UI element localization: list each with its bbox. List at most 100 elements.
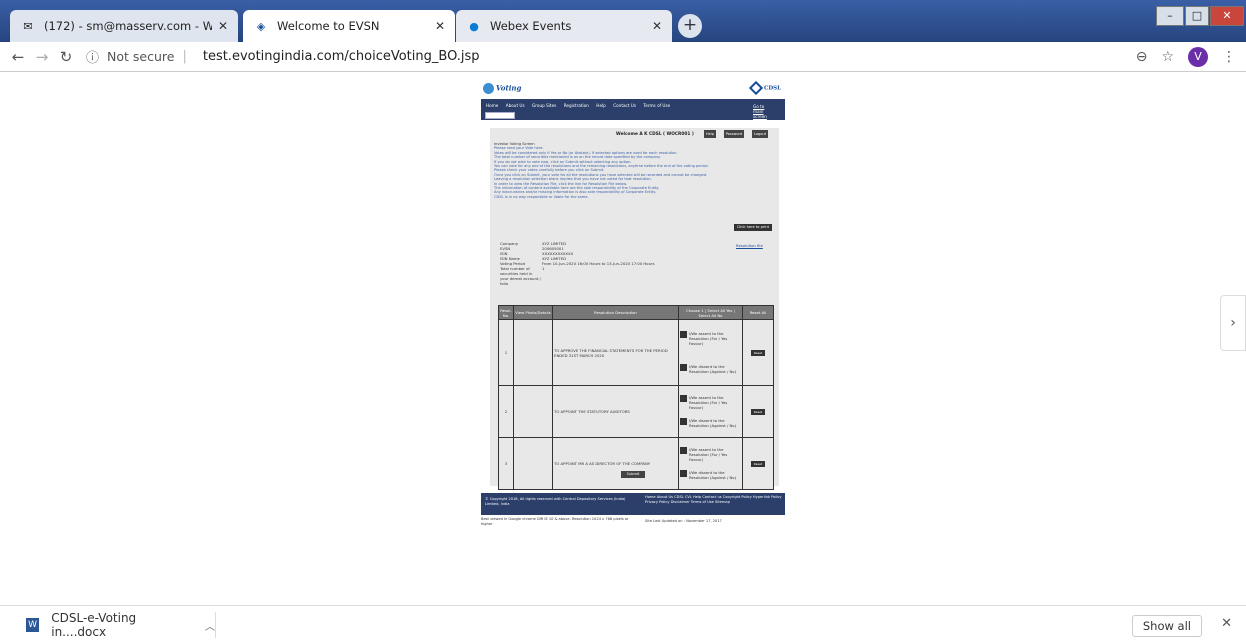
site-nav: Home About Us Group Sites Registration H… — [481, 99, 785, 120]
reset-button[interactable]: Reset — [750, 408, 765, 415]
tab-strip: ✉ (172) - sm@masserv.com - Web ✕ ◈ Welco… — [0, 0, 1246, 42]
assent-checkbox[interactable] — [679, 395, 687, 402]
evoting-page: Voting CDSL Home About Us Group Sites Re… — [479, 80, 789, 541]
maximize-button[interactable]: □ — [1185, 6, 1209, 26]
window-close-button[interactable]: ✕ — [1210, 6, 1244, 26]
reset-cell: Reset — [741, 437, 775, 490]
assent-label: I/We assent to the Resolution (For / Yes… — [688, 331, 728, 346]
table-row: 1 TO APPROVE THE FINANCIAL STATEMENTS FO… — [498, 319, 775, 386]
col-description: Resolution Description — [552, 305, 679, 320]
zoom-icon[interactable]: ⊖ — [1136, 49, 1148, 65]
nav-home[interactable]: Home — [486, 103, 498, 108]
col-reset-all[interactable]: Reset All — [741, 305, 775, 320]
resol-description: TO APPOINT THE STATUTORY AUDITORS — [552, 385, 679, 438]
reload-icon[interactable]: ↻ — [54, 48, 78, 66]
last-updated: Site Last Updated on : November 17, 2017 — [645, 519, 722, 523]
webex-icon: ● — [469, 19, 479, 33]
resol-no: 1 — [498, 319, 514, 386]
dissent-label: I/We dissent to the Resolution (Against … — [688, 418, 737, 428]
nav-registration[interactable]: Registration — [564, 103, 589, 108]
instruction-line: CDSL is in no way responsible or liable … — [494, 194, 589, 199]
profile-avatar[interactable]: V — [1188, 47, 1208, 67]
tab-evsn[interactable]: ◈ Welcome to EVSN ✕ — [243, 10, 455, 42]
submit-button[interactable]: Submit — [621, 471, 645, 478]
resol-no: 2 — [498, 385, 514, 438]
reset-button[interactable]: Reset — [750, 460, 765, 467]
url-separator: | — [182, 49, 187, 64]
bookmark-star-icon[interactable]: ☆ — [1161, 49, 1174, 65]
browser-note: Best viewed in Google chrome DIR IE 10 &… — [481, 517, 629, 526]
nav-contact[interactable]: Contact Us — [613, 103, 636, 108]
instructions: Investor Voting Screen Please read your … — [494, 142, 774, 199]
menu-dots-icon[interactable]: ⋮ — [1222, 49, 1236, 65]
detail-value: From 10-Jun-2020 16:00 Hours to 13-Jun-2… — [542, 261, 655, 266]
chevron-up-icon[interactable]: ︿ — [205, 618, 215, 633]
resol-description: TO APPOINT MR A AS DIRECTOR OF THE COMPA… — [552, 437, 679, 490]
assent-label: I/We assent to the Resolution (For / Yes… — [688, 447, 728, 462]
info-icon[interactable]: ⓘ — [86, 47, 99, 66]
tab-close-icon[interactable]: ✕ — [435, 19, 445, 33]
forward-icon[interactable]: → — [30, 48, 54, 66]
password-button[interactable]: Password — [724, 130, 744, 138]
dissent-checkbox[interactable] — [679, 418, 687, 425]
resolutions-table: Resol. No. View Photo/Details Resolution… — [498, 305, 775, 490]
dissent-checkbox[interactable] — [679, 364, 687, 371]
footer-copyright: © Copyright 2018, All rights reserved wi… — [485, 497, 626, 506]
col-resol-no: Resol. No. — [498, 305, 514, 320]
voting-panel: Welcome A K CDSL ( WOCR001 ) Help Passwo… — [490, 128, 779, 490]
detail-key: Total number of securities held in your … — [500, 266, 541, 286]
close-icon[interactable]: ✕ — [1221, 616, 1232, 631]
view-details-cell — [512, 437, 554, 490]
assent-checkbox[interactable] — [679, 331, 687, 338]
download-shelf: W CDSL-e-Voting in....docx ︿ Show all ✕ — [0, 605, 1246, 644]
assent-label: I/We assent to the Resolution (For / Yes… — [688, 395, 728, 410]
table-row: 3 TO APPOINT MR A AS DIRECTOR OF THE COM… — [498, 437, 775, 490]
col-choose[interactable]: Choose 1 | Select All Yes | Select All N… — [677, 305, 743, 320]
tab-close-icon[interactable]: ✕ — [218, 19, 228, 33]
tab-title: Webex Events — [490, 19, 572, 33]
footer-links[interactable]: Home About Us CDSL CVL Help Contact us C… — [645, 495, 783, 504]
logout-button[interactable]: Logout — [752, 130, 768, 138]
chevron-right-icon[interactable]: › — [1220, 295, 1246, 351]
dissent-label: I/We dissent to the Resolution (Against … — [688, 470, 737, 480]
tab-title: Welcome to EVSN — [277, 19, 380, 33]
tab-close-icon[interactable]: ✕ — [652, 19, 662, 33]
reset-button[interactable]: Reset — [750, 349, 765, 356]
site-search-input[interactable] — [485, 112, 515, 119]
new-tab-button[interactable]: + — [678, 14, 702, 38]
assent-checkbox[interactable] — [679, 447, 687, 454]
go-main-link[interactable]: Go to main screen — [753, 104, 775, 119]
cdsl-diamond-icon: ◈ — [256, 19, 266, 33]
nav-about[interactable]: About Us — [506, 103, 525, 108]
table-row: 2 TO APPOINT THE STATUTORY AUDITORS I/We… — [498, 385, 775, 438]
dissent-checkbox[interactable] — [679, 470, 687, 477]
mail-icon: ✉ — [23, 19, 33, 33]
print-button[interactable]: Click here to print — [734, 224, 772, 231]
back-icon[interactable]: ← — [6, 48, 30, 66]
download-item[interactable]: W CDSL-e-Voting in....docx ︿ — [26, 611, 216, 639]
show-all-button[interactable]: Show all — [1131, 615, 1202, 637]
site-footer: © Copyright 2018, All rights reserved wi… — [481, 493, 785, 515]
choice-cell: I/We assent to the Resolution (For / Yes… — [677, 319, 743, 386]
dissent-label: I/We dissent to the Resolution (Against … — [688, 364, 737, 374]
help-button[interactable]: Help — [704, 130, 716, 138]
tab-webex[interactable]: ● Webex Events ✕ — [456, 10, 672, 42]
reset-cell: Reset — [741, 385, 775, 438]
company-details: Company XYZ LIMITED EVSN 200605001 ISIN XXX… — [500, 241, 772, 286]
tab-gmail[interactable]: ✉ (172) - sm@masserv.com - Web ✕ — [10, 10, 238, 42]
nav-terms[interactable]: Terms of Use — [643, 103, 670, 108]
choice-cell: I/We assent to the Resolution (For / Yes… — [677, 385, 743, 438]
toolbar-right: ⊖ ☆ V ⋮ — [1136, 47, 1236, 67]
nav-help[interactable]: Help — [596, 103, 606, 108]
evoting-logo: Voting — [483, 83, 521, 94]
reset-cell: Reset — [741, 319, 775, 386]
choice-cell: I/We assent to the Resolution (For / Yes… — [677, 437, 743, 490]
minimize-button[interactable]: – — [1156, 6, 1184, 26]
word-doc-icon: W — [26, 618, 40, 632]
security-status[interactable]: Not secure — [107, 49, 174, 64]
address-bar: ← → ↻ ⓘ Not secure | test.evotingindia.c… — [0, 42, 1246, 72]
welcome-text: Welcome A K CDSL ( WOCR001 ) — [616, 132, 694, 137]
nav-group-sites[interactable]: Group Sites — [532, 103, 556, 108]
detail-value: 1 — [542, 266, 545, 271]
url-text[interactable]: test.evotingindia.com/choiceVoting_BO.js… — [203, 49, 480, 64]
